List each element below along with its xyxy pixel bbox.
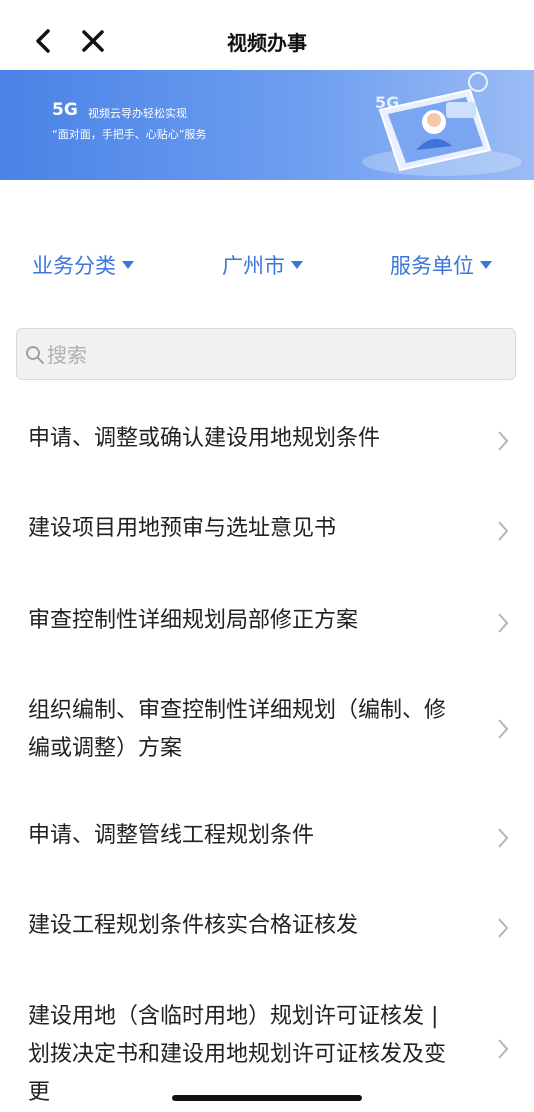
video-service-illustration: 5G <box>362 72 522 176</box>
list-item-label: 申请、调整或确认建设用地规划条件 <box>28 426 381 451</box>
list-item[interactable]: 建设用地（含临时用地）规划许可证核发 | 划拨决定书和建设用地规划许可证核发及变… <box>0 998 534 1105</box>
caret-down-icon <box>122 261 134 269</box>
search-box[interactable] <box>16 328 516 381</box>
chevron-right-icon <box>498 431 509 451</box>
list-item[interactable]: 建设工程规划条件核实合格证核发 <box>0 905 534 955</box>
list-item-label: 建设工程规划条件核实合格证核发 <box>28 913 359 938</box>
chevron-right-icon <box>498 828 509 848</box>
list-item[interactable]: 申请、调整或确认建设用地规划条件 <box>0 418 534 468</box>
chevron-right-icon <box>498 918 509 938</box>
search-icon <box>26 346 44 364</box>
filter-label: 业务分类 <box>32 254 116 278</box>
caret-down-icon <box>480 261 492 269</box>
filter-service-unit[interactable]: 服务单位 <box>390 250 492 280</box>
page-title: 视频办事 <box>227 31 307 55</box>
chevron-right-icon <box>498 719 509 739</box>
filter-label: 服务单位 <box>390 254 474 278</box>
caret-down-icon <box>291 261 303 269</box>
banner-badge: 5G <box>52 100 78 120</box>
list-item-label: 组织编制、审查控制性详细规划（编制、修编或调整）方案 <box>28 698 447 761</box>
list-item[interactable]: 审查控制性详细规划局部修正方案 <box>0 600 534 650</box>
filter-business-category[interactable]: 业务分类 <box>32 250 134 280</box>
list-item[interactable]: 组织编制、审查控制性详细规划（编制、修编或调整）方案 <box>0 690 534 770</box>
promo-banner[interactable]: 5G 视频云导办轻松实现 “面对面，手把手、心贴心”服务 5G <box>0 70 534 180</box>
list-item-label: 审查控制性详细规划局部修正方案 <box>28 608 359 633</box>
filter-label: 广州市 <box>222 254 285 278</box>
list-item[interactable]: 建设项目用地预审与选址意见书 <box>0 508 534 558</box>
home-indicator <box>172 1095 362 1101</box>
list-item-label: 建设项目用地预审与选址意见书 <box>28 516 337 541</box>
chevron-right-icon <box>498 613 509 633</box>
chevron-right-icon <box>498 521 509 541</box>
banner-line1: 视频云导办轻松实现 <box>88 107 187 120</box>
top-bar: 视频办事 <box>0 0 534 70</box>
banner-line2: “面对面，手把手、心贴心”服务 <box>52 128 207 141</box>
filter-bar: 业务分类 广州市 服务单位 <box>0 250 534 286</box>
chevron-right-icon <box>498 1039 509 1059</box>
list-item[interactable]: 申请、调整管线工程规划条件 <box>0 815 534 865</box>
search-input[interactable] <box>45 329 509 381</box>
svg-text:5G: 5G <box>375 93 399 112</box>
filter-city[interactable]: 广州市 <box>222 250 303 280</box>
list-item-label: 申请、调整管线工程规划条件 <box>28 823 315 848</box>
